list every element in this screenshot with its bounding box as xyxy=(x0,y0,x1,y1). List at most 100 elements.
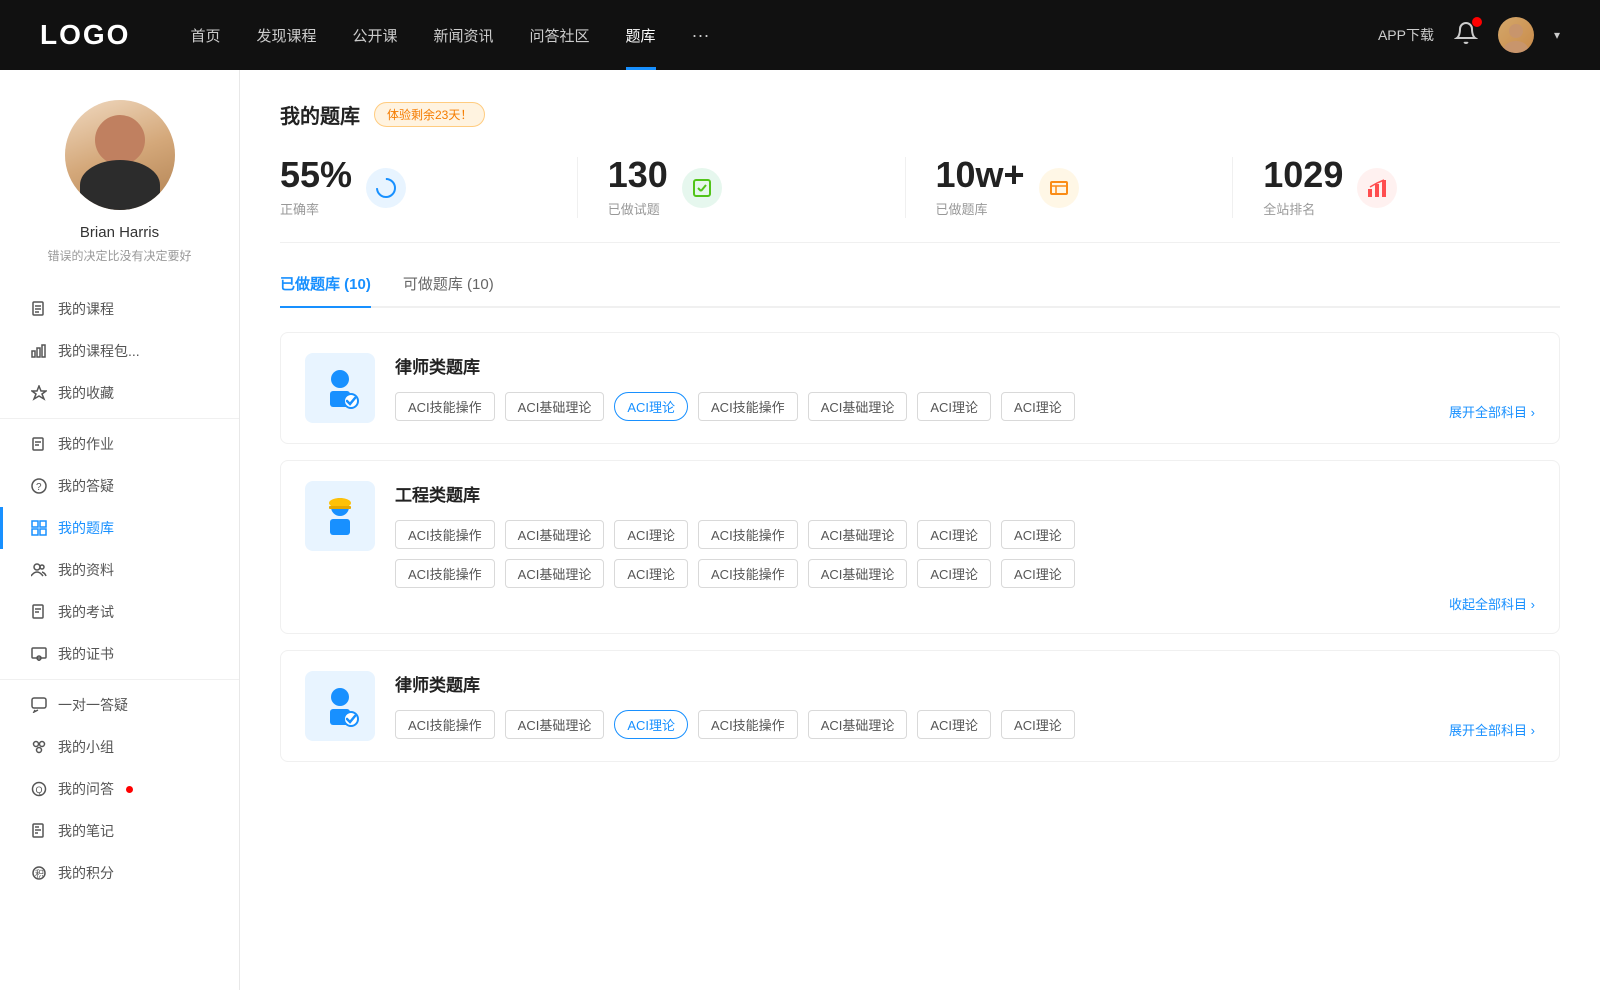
sidebar-item-notes[interactable]: 我的笔记 xyxy=(0,810,239,852)
tag-2-5[interactable]: ACI理论 xyxy=(917,710,991,739)
nav-news[interactable]: 新闻资讯 xyxy=(434,25,494,46)
chart-icon xyxy=(30,342,48,360)
ranking-icon xyxy=(1357,168,1397,208)
avatar[interactable] xyxy=(1498,17,1534,53)
sidebar-item-label: 我的作业 xyxy=(58,434,114,454)
tag-2-2[interactable]: ACI理论 xyxy=(614,710,688,739)
tag-1-5[interactable]: ACI理论 xyxy=(917,520,991,549)
tag-1-1[interactable]: ACI基础理论 xyxy=(505,520,605,549)
tag-0-5[interactable]: ACI理论 xyxy=(917,392,991,421)
tab-available[interactable]: 可做题库 (10) xyxy=(403,273,494,306)
tag-2-3[interactable]: ACI技能操作 xyxy=(698,710,798,739)
sidebar-item-bank[interactable]: 我的题库 xyxy=(0,507,239,549)
divider-2 xyxy=(0,679,239,680)
tag-1-3[interactable]: ACI技能操作 xyxy=(698,520,798,549)
avatar-placeholder xyxy=(65,100,175,210)
sidebar-item-course-package[interactable]: 我的课程包... xyxy=(0,330,239,372)
sidebar-item-homework[interactable]: 我的作业 xyxy=(0,423,239,465)
users-icon xyxy=(30,561,48,579)
tag-2-4[interactable]: ACI基础理论 xyxy=(808,710,908,739)
stat-done-banks: 10w+ 已做题库 xyxy=(906,157,1234,218)
tag2-1-1[interactable]: ACI基础理论 xyxy=(505,559,605,588)
sidebar-item-group[interactable]: 我的小组 xyxy=(0,726,239,768)
tag2-1-2[interactable]: ACI理论 xyxy=(614,559,688,588)
nav-home[interactable]: 首页 xyxy=(190,25,220,46)
stat-done-questions: 130 已做试题 xyxy=(578,157,906,218)
svg-text:?: ? xyxy=(36,482,42,493)
nav-discover[interactable]: 发现课程 xyxy=(256,25,316,46)
sidebar-item-course[interactable]: 我的课程 xyxy=(0,288,239,330)
download-button[interactable]: APP下载 xyxy=(1378,25,1434,45)
page-title: 我的题库 xyxy=(280,100,360,129)
svg-text:Q: Q xyxy=(36,785,43,795)
tag-0-1[interactable]: ACI基础理论 xyxy=(505,392,605,421)
sidebar-item-certificate[interactable]: 我的证书 xyxy=(0,633,239,675)
points-icon: 积 xyxy=(30,864,48,882)
sidebar-item-doubt[interactable]: ? 我的答疑 xyxy=(0,465,239,507)
bank-info-0: 律师类题库 ACI技能操作 ACI基础理论 ACI理论 ACI技能操作 ACI基… xyxy=(395,353,1535,421)
group-icon xyxy=(30,738,48,756)
banks-icon xyxy=(1039,168,1079,208)
stat-value-group: 10w+ 已做题库 xyxy=(936,157,1025,218)
stat-banks-value: 10w+ xyxy=(936,157,1025,193)
accuracy-icon xyxy=(366,168,406,208)
stat-done-value: 130 xyxy=(608,157,668,193)
doc-icon xyxy=(30,603,48,621)
bank-name-0: 律师类题库 xyxy=(395,353,1535,378)
sidebar-item-data[interactable]: 我的资料 xyxy=(0,549,239,591)
sidebar-item-label: 我的题库 xyxy=(58,518,114,538)
tab-done[interactable]: 已做题库 (10) xyxy=(280,273,371,306)
expand-link-2[interactable]: 展开全部科目 › xyxy=(1449,720,1535,739)
stat-done-label: 已做试题 xyxy=(608,199,668,218)
expand-link-0[interactable]: 展开全部科目 › xyxy=(1449,402,1535,421)
done-icon xyxy=(682,168,722,208)
chat-icon xyxy=(30,696,48,714)
tag2-1-3[interactable]: ACI技能操作 xyxy=(698,559,798,588)
sidebar-item-label: 我的问答 xyxy=(58,779,114,799)
sidebar-menu: 我的课程 我的课程包... 我的收藏 我的作业 xyxy=(0,284,239,898)
sidebar-item-exam[interactable]: 我的考试 xyxy=(0,591,239,633)
tag-1-2[interactable]: ACI理论 xyxy=(614,520,688,549)
bank-name-2: 律师类题库 xyxy=(395,671,1535,696)
tag2-1-0[interactable]: ACI技能操作 xyxy=(395,559,495,588)
avatar-image xyxy=(1498,17,1534,53)
stat-accuracy-label: 正确率 xyxy=(280,199,352,218)
svg-text:积: 积 xyxy=(35,868,44,879)
tag-2-0[interactable]: ACI技能操作 xyxy=(395,710,495,739)
sidebar-item-qa[interactable]: Q 我的问答 xyxy=(0,768,239,810)
tag2-1-6[interactable]: ACI理论 xyxy=(1001,559,1075,588)
sidebar-item-collection[interactable]: 我的收藏 xyxy=(0,372,239,414)
sidebar-item-tutor[interactable]: 一对一答疑 xyxy=(0,684,239,726)
stat-value-group: 130 已做试题 xyxy=(608,157,668,218)
tag-1-4[interactable]: ACI基础理论 xyxy=(808,520,908,549)
tag2-1-5[interactable]: ACI理论 xyxy=(917,559,991,588)
sidebar-item-label: 我的积分 xyxy=(58,863,114,883)
trial-badge: 体验剩余23天！ xyxy=(374,102,485,127)
nav-open-course[interactable]: 公开课 xyxy=(352,25,397,46)
expand-row-1: 收起全部科目 › xyxy=(395,594,1535,613)
bank-tags-row2: ACI技能操作 ACI基础理论 ACI理论 ACI技能操作 ACI基础理论 AC… xyxy=(395,559,1535,588)
tag-1-6[interactable]: ACI理论 xyxy=(1001,520,1075,549)
star-icon xyxy=(30,384,48,402)
bank-card-2: 律师类题库 ACI技能操作 ACI基础理论 ACI理论 ACI技能操作 ACI基… xyxy=(280,650,1560,762)
stat-value-group: 1029 全站排名 xyxy=(1263,157,1343,218)
nav-more[interactable]: ··· xyxy=(692,25,710,46)
user-dropdown-chevron[interactable]: ▾ xyxy=(1554,28,1560,42)
nav-qa[interactable]: 问答社区 xyxy=(530,25,590,46)
tag-2-1[interactable]: ACI基础理论 xyxy=(505,710,605,739)
sidebar-item-label: 我的课程 xyxy=(58,299,114,319)
sidebar-item-label: 我的笔记 xyxy=(58,821,114,841)
tag-2-6[interactable]: ACI理论 xyxy=(1001,710,1075,739)
nav-bank[interactable]: 题库 xyxy=(626,25,656,46)
notification-bell[interactable] xyxy=(1454,21,1478,50)
sidebar-item-points[interactable]: 积 我的积分 xyxy=(0,852,239,894)
tag-0-2[interactable]: ACI理论 xyxy=(614,392,688,421)
tag-1-0[interactable]: ACI技能操作 xyxy=(395,520,495,549)
tag-0-6[interactable]: ACI理论 xyxy=(1001,392,1075,421)
tag-0-4[interactable]: ACI基础理论 xyxy=(808,392,908,421)
collapse-link-1[interactable]: 收起全部科目 › xyxy=(1449,594,1535,613)
tag-0-3[interactable]: ACI技能操作 xyxy=(698,392,798,421)
tag-0-0[interactable]: ACI技能操作 xyxy=(395,392,495,421)
tag2-1-4[interactable]: ACI基础理论 xyxy=(808,559,908,588)
bank-tags-row1: ACI技能操作 ACI基础理论 ACI理论 ACI技能操作 ACI基础理论 AC… xyxy=(395,520,1535,549)
